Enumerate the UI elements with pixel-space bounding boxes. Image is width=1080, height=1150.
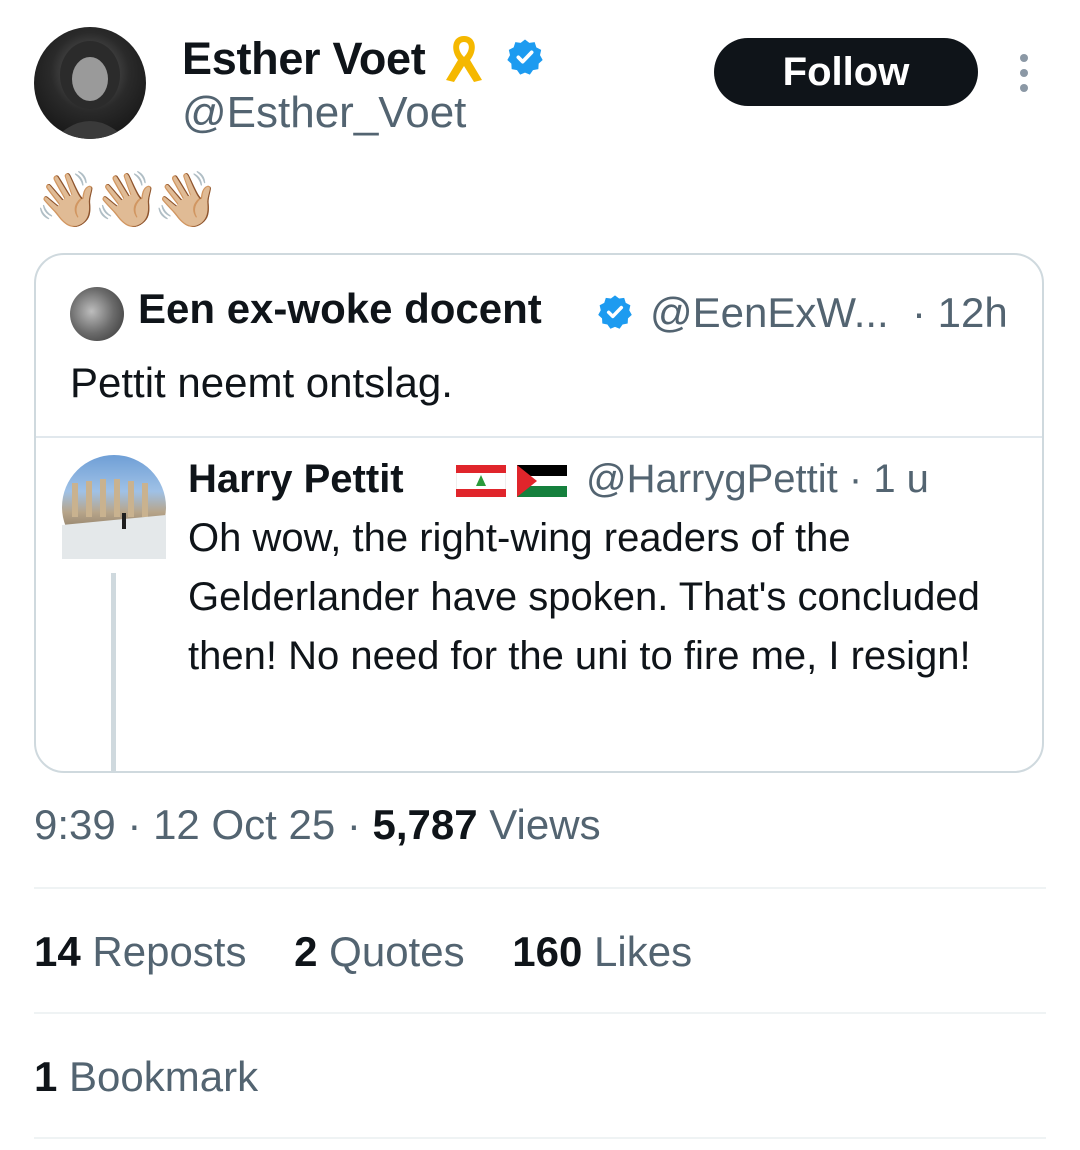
tweet-meta: 9:39 · 12 Oct 25 · 5,787 Views [34,801,601,849]
verified-badge-icon [505,37,545,82]
quoted-author-name[interactable]: Een ex-woke docent [138,285,542,333]
divider [34,1137,1046,1139]
views-label: Views [489,801,601,848]
author-handle[interactable]: @Esther_Voet [182,88,466,138]
divider [34,887,1046,889]
nested-author-avatar [62,455,166,559]
likes-stat[interactable]: 160 Likes [512,928,692,975]
gold-ribbon-icon [440,32,488,89]
engagement-stats: 14 Reposts 2 Quotes 160 Likes [34,928,728,976]
views-count: 5,787 [372,801,478,848]
bookmarks-stat[interactable]: 1 Bookmark [34,1053,294,1101]
divider [36,436,1042,438]
thread-line [111,573,116,771]
lebanon-flag-icon [455,464,507,498]
tweet-text: 👋🏼👋🏼👋🏼 [34,170,220,230]
tweet-date[interactable]: 12 Oct 25 [153,801,335,848]
divider [34,1012,1046,1014]
nested-author-handle: @HarrygPettit · 1 u [586,457,929,501]
meta-separator: · [127,801,154,848]
more-vertical-icon[interactable] [1014,54,1034,92]
palestine-flag-icon [517,465,567,497]
follow-button[interactable]: Follow [714,38,978,106]
author-avatar[interactable] [34,27,146,139]
quoted-author-avatar[interactable] [70,287,124,341]
quoted-author-handle[interactable]: @EenExW... [650,289,889,337]
quotes-stat[interactable]: 2 Quotes [294,928,464,975]
verified-badge-icon [596,293,634,336]
quoted-tweet-card[interactable]: Een ex-woke docent @EenExW... · 12h Pett… [34,253,1044,773]
reposts-stat[interactable]: 14 Reposts [34,928,246,975]
nested-author-name: Harry Pettit [188,457,404,501]
nested-tweet-text: Oh wow, the right-wing readers of the Ge… [188,516,980,678]
quoted-tweet-text: Pettit neemt ontslag. [70,359,453,406]
quoted-timestamp[interactable]: · 12h [912,289,1008,337]
meta-separator: · [346,801,373,848]
tweet-time[interactable]: 9:39 [34,801,116,848]
author-name[interactable]: Esther Voet [182,33,426,85]
